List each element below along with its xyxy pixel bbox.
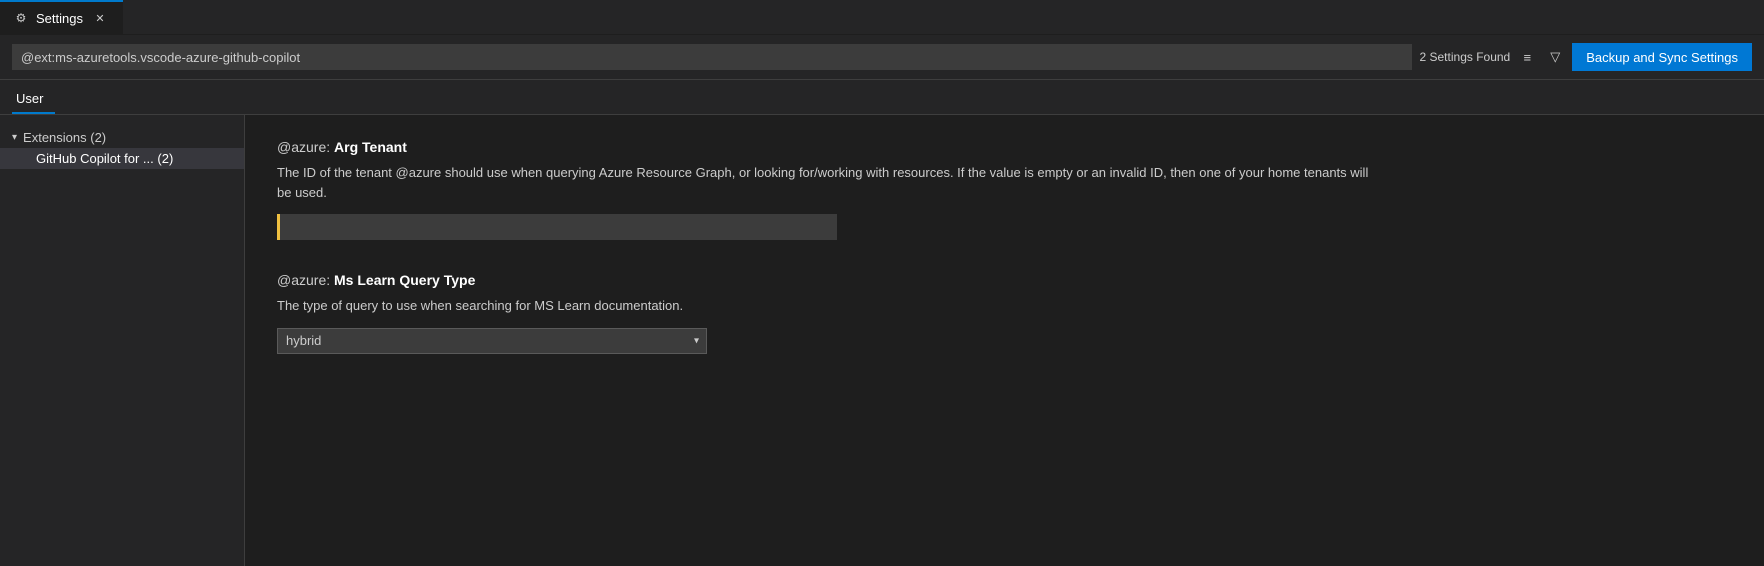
settings-tab-icon: ⚙ [14, 11, 28, 25]
search-bar-area: 2 Settings Found ≡ ▽ Backup and Sync Set… [0, 35, 1764, 80]
setting-ms-learn-query-type: @azure: Ms Learn Query Type The type of … [277, 272, 1732, 354]
content-panel: @azure: Arg Tenant The ID of the tenant … [245, 115, 1764, 566]
backup-sync-button[interactable]: Backup and Sync Settings [1572, 43, 1752, 71]
search-input[interactable] [12, 44, 1412, 70]
setting-ms-learn-select-wrapper: hybrid fulltext semantic ▾ [277, 328, 707, 354]
filter-button[interactable]: ▽ [1544, 46, 1566, 68]
scope-tabs: User [0, 80, 1764, 115]
sidebar-item-github-copilot[interactable]: GitHub Copilot for ... (2) [0, 148, 244, 169]
setting-ms-learn-select[interactable]: hybrid fulltext semantic [277, 328, 707, 354]
setting-ms-learn-prefix: @azure: [277, 272, 334, 288]
tab-user[interactable]: User [12, 85, 55, 114]
settings-tab-close[interactable]: ✕ [91, 9, 109, 27]
sidebar-group-extensions: ▾ Extensions (2) GitHub Copilot for ... … [0, 123, 244, 173]
search-right: 2 Settings Found ≡ ▽ Backup and Sync Set… [1420, 43, 1753, 71]
title-bar: ⚙ Settings ✕ [0, 0, 1764, 35]
setting-arg-tenant-description: The ID of the tenant @azure should use w… [277, 163, 1377, 202]
setting-ms-learn-description: The type of query to use when searching … [277, 296, 1377, 316]
settings-tab-label: Settings [36, 11, 83, 26]
sidebar-item-github-copilot-label: GitHub Copilot for ... (2) [36, 151, 173, 166]
main-content: ▾ Extensions (2) GitHub Copilot for ... … [0, 115, 1764, 566]
chevron-down-icon: ▾ [12, 132, 17, 143]
sidebar: ▾ Extensions (2) GitHub Copilot for ... … [0, 115, 245, 566]
settings-tab[interactable]: ⚙ Settings ✕ [0, 0, 123, 35]
tab-user-label: User [16, 91, 43, 106]
setting-arg-tenant-input[interactable] [277, 214, 837, 240]
settings-found-badge: 2 Settings Found [1420, 50, 1511, 64]
list-icon: ≡ [1523, 50, 1531, 65]
sidebar-group-extensions-label: Extensions (2) [23, 130, 106, 145]
setting-arg-tenant-name: Arg Tenant [334, 139, 407, 155]
setting-ms-learn-query-type-title: @azure: Ms Learn Query Type [277, 272, 1732, 288]
list-view-button[interactable]: ≡ [1516, 46, 1538, 68]
setting-arg-tenant-prefix: @azure: [277, 139, 334, 155]
sidebar-group-extensions-header[interactable]: ▾ Extensions (2) [0, 127, 244, 148]
filter-icon: ▽ [1550, 49, 1560, 65]
setting-arg-tenant: @azure: Arg Tenant The ID of the tenant … [277, 139, 1732, 240]
setting-arg-tenant-title: @azure: Arg Tenant [277, 139, 1732, 155]
setting-ms-learn-name: Ms Learn Query Type [334, 272, 475, 288]
